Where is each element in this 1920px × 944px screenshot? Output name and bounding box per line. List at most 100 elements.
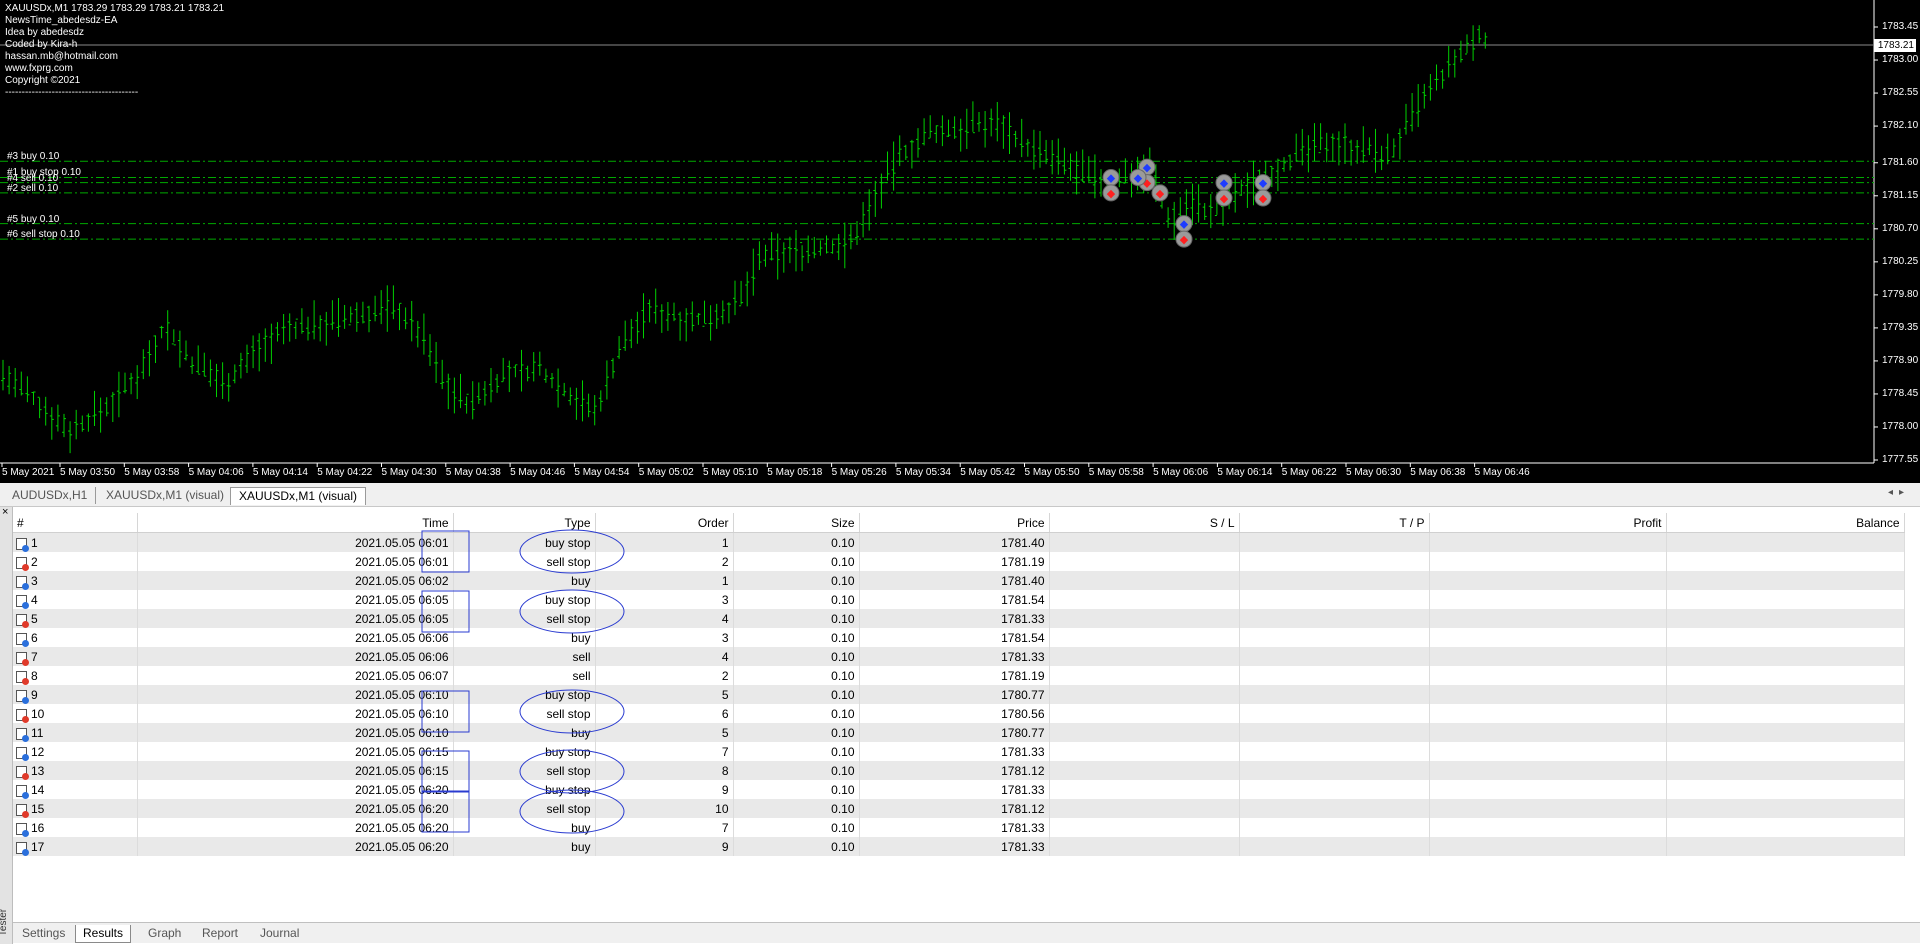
tab-graph[interactable]: Graph: [141, 925, 188, 942]
table-row[interactable]: 16 2021.05.05 06:20 buy 7 0.10 1781.33: [13, 818, 1905, 837]
cell-empty: [1239, 742, 1430, 761]
tab-results[interactable]: Results: [75, 925, 132, 943]
cell-empty: [1239, 552, 1430, 571]
cell-size: 0.10: [733, 837, 860, 856]
cell-price: 1781.33: [859, 647, 1050, 666]
cell-type: buy stop: [453, 685, 596, 704]
price-chart[interactable]: ◆ ◆ ◆ ◆ ◆ ◆ ◆ ◆ ◆ ◆ ◆ ◆ XAUUSDx,M1 1783.29 1783.29 …: [0, 0, 1920, 483]
tester-label: Tester: [0, 908, 10, 937]
buy-order-icon: [16, 727, 29, 742]
results-table: # Time Type Order Size Price S / L T / P…: [13, 513, 1905, 856]
price-axis-label: 1781.15: [1882, 189, 1919, 201]
table-row[interactable]: 7 2021.05.05 06:06 sell 4 0.10 1781.33: [13, 647, 1905, 666]
cell-empty: [1429, 742, 1667, 761]
table-row[interactable]: 6 2021.05.05 06:06 buy 3 0.10 1781.54: [13, 628, 1905, 647]
table-row[interactable]: 17 2021.05.05 06:20 buy 9 0.10 1781.33: [13, 837, 1905, 856]
cell-empty: [1429, 571, 1667, 590]
info-line: hassan.mb@hotmail.com: [5, 51, 118, 62]
cell-order: 7: [595, 742, 734, 761]
cell-size: 0.10: [733, 628, 860, 647]
sell-order-icon: [16, 765, 29, 780]
table-row[interactable]: 13 2021.05.05 06:15 sell stop 8 0.10 1781.12: [13, 761, 1905, 780]
col-header-tp[interactable]: T / P: [1239, 513, 1430, 533]
col-header-type[interactable]: Type: [453, 513, 596, 533]
cell-empty: [1239, 780, 1430, 799]
time-axis-label: 5 May 05:34: [895, 467, 951, 478]
table-row[interactable]: 4 2021.05.05 06:05 buy stop 3 0.10 1781.54: [13, 590, 1905, 609]
chart-tab-audusd-h1[interactable]: AUDUSDx,H1: [4, 487, 97, 504]
table-row[interactable]: 10 2021.05.05 06:10 sell stop 6 0.10 1780.56: [13, 704, 1905, 723]
table-row[interactable]: 12 2021.05.05 06:15 buy stop 7 0.10 1781.33: [13, 742, 1905, 761]
table-row[interactable]: 14 2021.05.05 06:20 buy stop 9 0.10 1781.33: [13, 780, 1905, 799]
tab-journal[interactable]: Journal: [253, 925, 306, 942]
cell-size: 0.10: [733, 685, 860, 704]
time-axis-label: 5 May 06:14: [1217, 467, 1273, 478]
cell-size: 0.10: [733, 742, 860, 761]
sell-arrow-icon: ◆: [1259, 193, 1268, 205]
time-axis-label: 5 May 05:10: [703, 467, 759, 478]
col-header-sl[interactable]: S / L: [1049, 513, 1240, 533]
cell-empty: [1049, 761, 1240, 780]
table-row[interactable]: 8 2021.05.05 06:07 sell 2 0.10 1781.19: [13, 666, 1905, 685]
time-axis-label: 5 May 04:14: [252, 467, 308, 478]
chart-tab-xauusd-m1-visual[interactable]: XAUUSDx,M1 (visual): [98, 487, 232, 504]
cell-order: 7: [595, 818, 734, 837]
cell-size: 0.10: [733, 799, 860, 818]
cell-order: 2: [595, 552, 734, 571]
cell-time: 2021.05.05 06:15: [137, 742, 454, 761]
cell-time: 2021.05.05 06:05: [137, 590, 454, 609]
col-header-size[interactable]: Size: [733, 513, 860, 533]
cell-size: 0.10: [733, 552, 860, 571]
col-header-time[interactable]: Time: [137, 513, 454, 533]
buy-order-icon: [16, 632, 29, 647]
price-axis-label: 1779.35: [1882, 321, 1919, 333]
price-axis-label: 1781.60: [1882, 156, 1919, 168]
cell-size: 0.10: [733, 647, 860, 666]
buy-arrow-icon: ◆: [1107, 172, 1116, 184]
cell-empty: [1666, 761, 1905, 780]
tab-scroll-arrows-icon[interactable]: ◂▸: [1888, 487, 1910, 498]
cell-size: 0.10: [733, 532, 860, 552]
table-row[interactable]: 15 2021.05.05 06:20 sell stop 10 0.10 1781.12: [13, 799, 1905, 818]
close-icon[interactable]: ×: [2, 506, 8, 518]
table-row[interactable]: 5 2021.05.05 06:05 sell stop 4 0.10 1781.33: [13, 609, 1905, 628]
table-row[interactable]: 9 2021.05.05 06:10 buy stop 5 0.10 1780.77: [13, 685, 1905, 704]
time-axis-label: 5 May 04:30: [381, 467, 437, 478]
sell-order-icon: [16, 803, 29, 818]
price-axis-label: 1783.45: [1882, 21, 1919, 32]
cell-type: sell: [453, 666, 596, 685]
table-row[interactable]: 11 2021.05.05 06:10 buy 5 0.10 1780.77: [13, 723, 1905, 742]
buy-order-icon: [16, 575, 29, 590]
col-header-price[interactable]: Price: [859, 513, 1050, 533]
chart-canvas[interactable]: ◆◆◆◆◆◆◆◆◆◆◆◆: [0, 0, 1920, 483]
chart-tab-xauusd-m1-visual-active[interactable]: XAUUSDx,M1 (visual): [230, 487, 367, 505]
row-number: 12: [31, 744, 45, 759]
col-header-num[interactable]: #: [13, 513, 138, 533]
tab-settings[interactable]: Settings: [15, 925, 72, 942]
cell-price: 1781.54: [859, 590, 1050, 609]
table-row[interactable]: 3 2021.05.05 06:02 buy 1 0.10 1781.40: [13, 571, 1905, 590]
buy-order-icon: [16, 594, 29, 609]
tab-report[interactable]: Report: [195, 925, 245, 942]
col-header-profit[interactable]: Profit: [1429, 513, 1667, 533]
cell-empty: [1429, 685, 1667, 704]
cell-size: 0.10: [733, 818, 860, 837]
cell-price: 1781.40: [859, 532, 1050, 552]
col-header-balance[interactable]: Balance: [1666, 513, 1905, 533]
cell-time: 2021.05.05 06:01: [137, 532, 454, 552]
cell-order: 4: [595, 647, 734, 666]
cell-empty: [1429, 647, 1667, 666]
cell-time: 2021.05.05 06:20: [137, 818, 454, 837]
cell-empty: [1666, 666, 1905, 685]
cell-price: 1781.33: [859, 742, 1050, 761]
time-axis-label: 5 May 06:22: [1281, 467, 1337, 478]
cell-empty: [1239, 761, 1430, 780]
buy-order-icon: [16, 689, 29, 704]
table-row[interactable]: 2 2021.05.05 06:01 sell stop 2 0.10 1781.19: [13, 552, 1905, 571]
cell-price: 1780.56: [859, 704, 1050, 723]
table-row[interactable]: 1 2021.05.05 06:01 buy stop 1 0.10 1781.40: [13, 532, 1905, 552]
time-axis-label: 5 May 06:30: [1346, 467, 1402, 478]
price-axis-label: 1778.90: [1882, 354, 1919, 366]
cell-type: sell stop: [453, 704, 596, 723]
col-header-order[interactable]: Order: [595, 513, 734, 533]
